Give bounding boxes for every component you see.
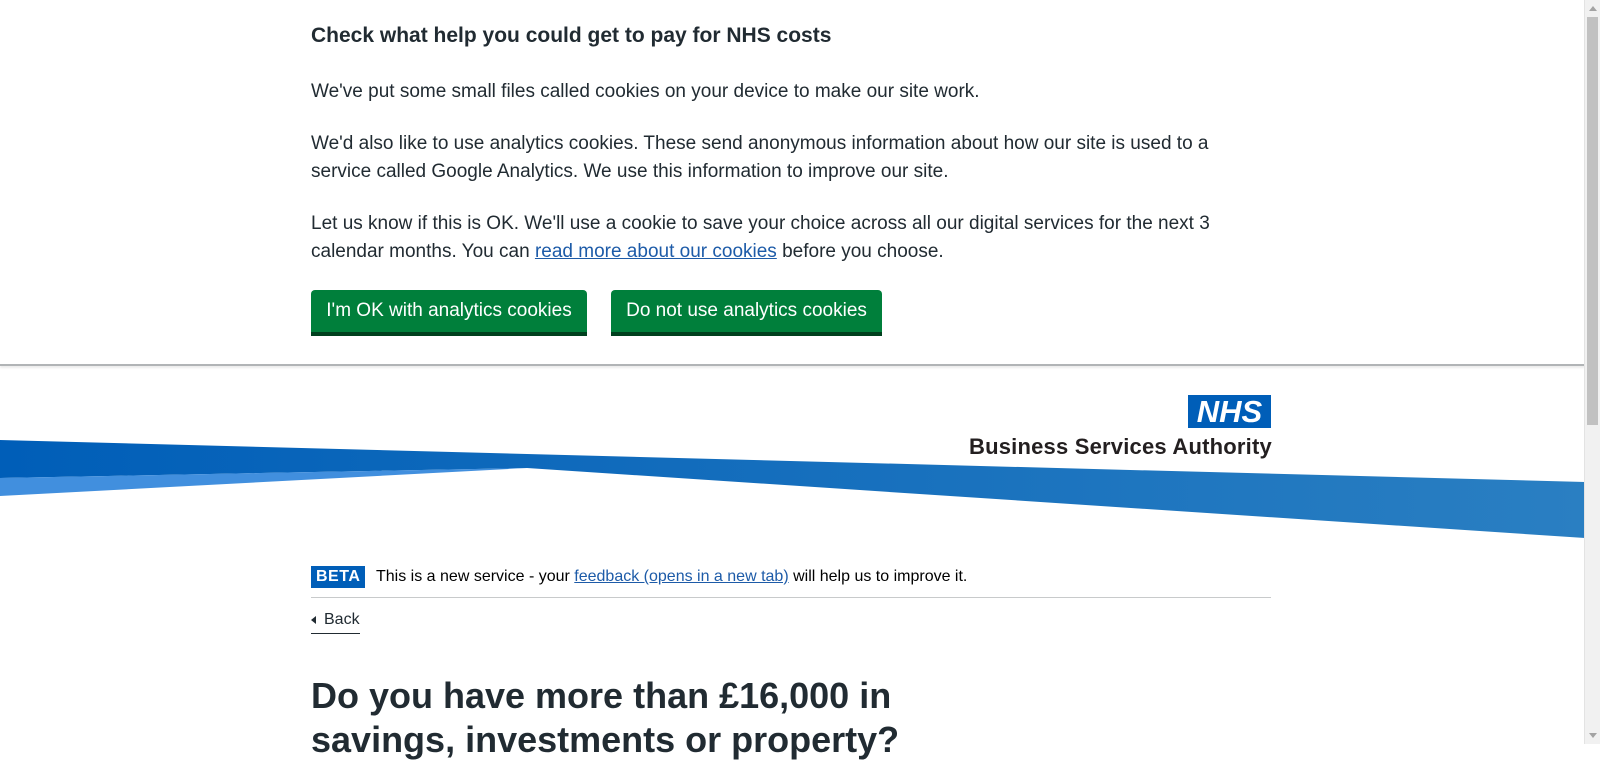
phase-banner-text-end: will help us to improve it. — [788, 568, 968, 585]
beta-tag: BETA — [311, 566, 366, 588]
nhs-logo-text: NHS — [1197, 395, 1263, 428]
cookie-paragraph-3: Let us know if this is OK. We'll use a c… — [311, 210, 1231, 266]
scrollbar-up-arrow[interactable] — [1589, 6, 1597, 11]
back-chevron-icon — [311, 616, 316, 624]
page-title: Do you have more than £16,000 in savings… — [311, 675, 900, 760]
phase-banner-text-start: This is a new service - your — [376, 568, 575, 585]
header-swoosh-graphic — [0, 440, 1585, 538]
phase-banner-text: This is a new service - your feedback (o… — [376, 566, 967, 588]
feedback-link[interactable]: feedback (opens in a new tab) — [574, 568, 788, 585]
read-more-cookies-link[interactable]: read more about our cookies — [535, 241, 777, 262]
back-link-label: Back — [324, 611, 360, 628]
phase-banner: BETA This is a new service - your feedba… — [311, 562, 1271, 598]
cookie-banner-heading: Check what help you could get to pay for… — [311, 24, 832, 47]
cookie-banner: Check what help you could get to pay for… — [0, 0, 1585, 366]
scrollbar-thumb[interactable] — [1587, 17, 1598, 425]
cookie-paragraph-2: We'd also like to use analytics cookies.… — [311, 133, 1209, 182]
cookie-paragraph-1: We've put some small files called cookie… — [311, 81, 980, 102]
accept-analytics-cookies-button[interactable]: I'm OK with analytics cookies — [311, 290, 587, 332]
scrollbar-down-arrow[interactable] — [1589, 733, 1597, 738]
back-link[interactable]: Back — [311, 611, 360, 634]
cookie-paragraph-3-tail: before you choose. — [776, 241, 944, 262]
logo-organisation-name: Business Services Authority — [969, 434, 1272, 459]
nhs-logo[interactable]: NHS — [1188, 395, 1271, 428]
vertical-scrollbar[interactable] — [1584, 0, 1600, 744]
reject-analytics-cookies-button[interactable]: Do not use analytics cookies — [611, 290, 882, 332]
